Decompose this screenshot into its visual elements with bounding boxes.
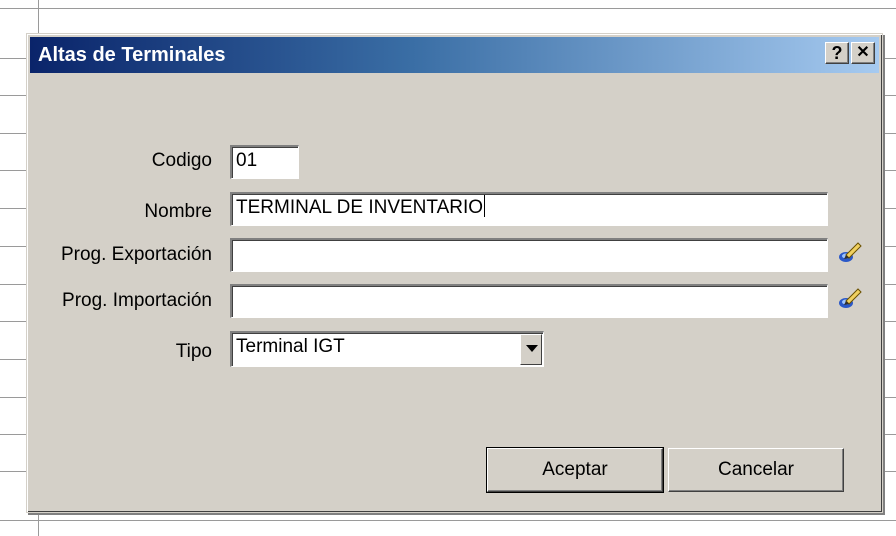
close-button[interactable]: ✕ <box>851 42 875 64</box>
pencil-browse-icon[interactable] <box>837 240 863 266</box>
prog-importacion-field[interactable] <box>230 284 828 318</box>
nombre-label: Nombre <box>144 201 212 222</box>
chevron-down-icon <box>526 345 538 352</box>
codigo-field[interactable]: 01 <box>230 145 299 179</box>
dialog-title: Altas de Terminales <box>38 44 226 66</box>
prog-exportacion-field[interactable] <box>230 238 828 272</box>
prog-importacion-label: Prog. Importación <box>62 290 212 311</box>
tipo-select[interactable]: Terminal IGT <box>230 331 544 367</box>
grid-line <box>0 520 896 521</box>
dialog-titlebar[interactable]: Altas de Terminales ? ✕ <box>30 37 879 73</box>
nombre-field[interactable]: TERMINAL DE INVENTARIO <box>230 192 828 226</box>
pencil-browse-icon[interactable] <box>837 286 863 312</box>
codigo-label: Codigo <box>151 150 212 171</box>
prog-exportacion-label: Prog. Exportación <box>60 244 212 265</box>
tipo-label: Tipo <box>175 341 212 362</box>
grid-line <box>0 8 896 9</box>
codigo-value: 01 <box>236 150 258 171</box>
tipo-selected-value: Terminal IGT <box>236 336 345 357</box>
altas-terminales-dialog: Altas de Terminales ? ✕ Codigo 01 Nombre… <box>26 33 883 513</box>
dropdown-button[interactable] <box>520 334 542 365</box>
cancelar-button[interactable]: Cancelar <box>668 448 844 492</box>
aceptar-button[interactable]: Aceptar <box>486 447 664 493</box>
help-button[interactable]: ? <box>825 42 849 64</box>
nombre-value: TERMINAL DE INVENTARIO <box>236 197 484 218</box>
text-caret <box>484 195 486 217</box>
